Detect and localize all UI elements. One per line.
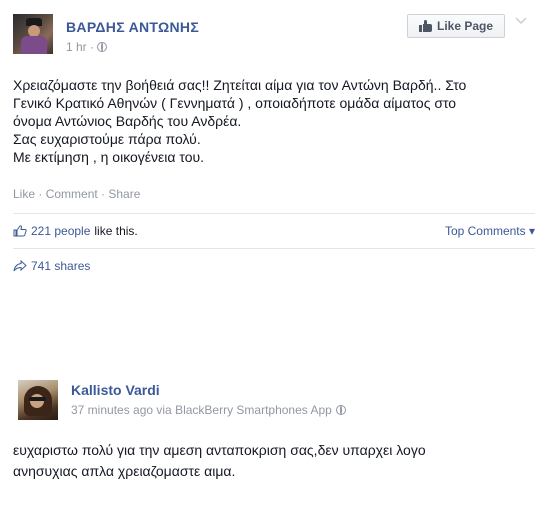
avatar-glasses — [29, 397, 46, 401]
like-page-label: Like Page — [436, 19, 494, 33]
like-page-button[interactable]: Like Page — [407, 14, 505, 38]
share-link[interactable]: Share — [108, 187, 140, 201]
post-card-2: Kallisto Vardi 37 minutes ago via BlackB… — [0, 360, 548, 511]
shares-row[interactable]: 741 shares — [13, 259, 90, 273]
post-body-line: ευχαριστω πολύ για την αμεση ανταποκριση… — [13, 442, 426, 458]
share-icon — [13, 259, 27, 272]
divider — [13, 213, 535, 214]
post-time[interactable]: 1 hr · — [66, 40, 94, 54]
author-name[interactable]: ΒΑΡΔΗΣ ΑΝΤΩΝΗΣ — [66, 19, 199, 35]
post-body-line: Σας ευχαριστούμε πάρα πολύ. — [13, 131, 201, 147]
action-separator: · — [35, 187, 46, 201]
author-avatar[interactable] — [13, 14, 53, 54]
divider — [13, 248, 535, 249]
author-avatar[interactable] — [18, 380, 58, 420]
like-link[interactable]: Like — [13, 187, 35, 201]
post-body-line: Με εκτίμηση , η οικογένεια του. — [13, 149, 205, 165]
top-comments-dropdown[interactable]: Top Comments ▾ — [445, 224, 535, 238]
post-meta: 37 minutes ago via BlackBerry Smartphone… — [71, 403, 346, 417]
post-actions: Like · Comment · Share — [13, 187, 140, 201]
post-meta: 1 hr · — [66, 40, 108, 54]
post-card-1: ΒΑΡΔΗΣ ΑΝΤΩΝΗΣ 1 hr · Like Page Χρειαζόμ… — [0, 0, 548, 290]
post-body-line: όνομα Αντώνιος Βαρδής του Ανδρέα. — [13, 113, 242, 129]
author-name[interactable]: Kallisto Vardi — [71, 382, 160, 398]
likes-summary: 221 people like this. — [13, 224, 138, 238]
avatar-coat — [21, 36, 47, 54]
thumbs-up-outline-icon — [13, 225, 27, 237]
thumbs-up-icon — [418, 20, 432, 32]
post-body: ευχαριστω πολύ για την αμεση ανταποκριση… — [13, 440, 533, 482]
comment-link[interactable]: Comment — [46, 187, 98, 201]
post-body-line: ανησυχιας απλα χρειαζομαστε αιμα. — [13, 463, 236, 479]
chevron-down-icon[interactable] — [513, 14, 529, 30]
globe-icon — [97, 42, 108, 52]
post-body-line: Χρειαζόμαστε την βοήθειά σας!! Ζητείται … — [13, 77, 467, 93]
likes-count[interactable]: 221 people — [31, 224, 90, 238]
globe-icon — [335, 405, 346, 415]
post-body: Χρειαζόμαστε την βοήθειά σας!! Ζητείται … — [13, 76, 533, 166]
post-time-source[interactable]: 37 minutes ago via BlackBerry Smartphone… — [71, 403, 332, 417]
action-separator: · — [97, 187, 109, 201]
likes-text: like this. — [94, 224, 138, 238]
post-body-line: Γενικό Κρατικό Αθηνών ( Γεννηματά ) , οπ… — [13, 95, 457, 111]
shares-count[interactable]: 741 shares — [31, 259, 90, 273]
